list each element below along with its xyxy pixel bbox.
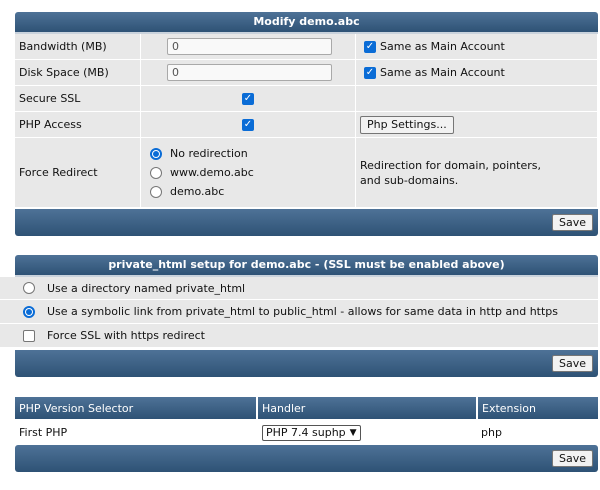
php-access-row: PHP Access ✓ Php Settings... — [15, 112, 598, 138]
modify-panel: Modify demo.abc Bandwidth (MB) ✓ Same as… — [15, 12, 598, 236]
force-ssl-checkbox[interactable] — [23, 329, 35, 342]
private-dir-radio[interactable] — [23, 282, 35, 294]
secure-ssl-checkbox[interactable]: ✓ — [242, 92, 254, 105]
disk-space-label: Disk Space (MB) — [15, 60, 141, 85]
extension-header: Extension — [478, 397, 598, 419]
secure-ssl-label: Secure SSL — [15, 86, 141, 111]
redirect-description: Redirection for domain, pointers, and su… — [356, 138, 598, 207]
bandwidth-row: Bandwidth (MB) ✓ Same as Main Account — [15, 34, 598, 60]
php-version-name: First PHP — [15, 421, 258, 444]
private-html-save-button[interactable]: Save — [551, 355, 593, 372]
modify-save-button[interactable]: Save — [551, 214, 593, 231]
redirect-description-line2: and sub-domains. — [360, 173, 459, 187]
private-html-panel: private_html setup for demo.abc - (SSL m… — [0, 255, 598, 377]
php-version-selector-header: PHP Version Selector — [15, 397, 258, 419]
redirect-option-none[interactable]: No redirection — [150, 147, 248, 160]
redirect-none-label: No redirection — [170, 147, 248, 160]
secure-ssl-empty-cell — [356, 86, 598, 111]
bandwidth-same-checkbox[interactable]: ✓ — [364, 40, 376, 53]
redirect-bare-radio[interactable] — [150, 185, 162, 198]
redirect-bare-label: demo.abc — [170, 185, 225, 198]
modify-panel-footer: Save — [15, 209, 598, 236]
handler-select[interactable]: PHP 7.4 suphp ▼ — [262, 424, 361, 441]
handler-cell: PHP 7.4 suphp ▼ — [258, 421, 478, 444]
force-redirect-label: Force Redirect — [15, 138, 141, 207]
redirect-options: No redirection www.demo.abc demo.abc — [141, 138, 356, 207]
modify-panel-title: Modify demo.abc — [253, 15, 360, 28]
private-dir-label: Use a directory named private_html — [47, 281, 246, 295]
redirect-none-radio[interactable] — [150, 147, 162, 160]
force-ssl-row[interactable]: Force SSL with https redirect — [0, 324, 598, 348]
bandwidth-same-cell: ✓ Same as Main Account — [356, 34, 598, 59]
php-settings-cell: Php Settings... — [356, 112, 598, 137]
disk-same-cell: ✓ Same as Main Account — [356, 60, 598, 85]
redirect-description-line1: Redirection for domain, pointers, — [360, 158, 542, 172]
secure-ssl-row: Secure SSL ✓ — [15, 86, 598, 112]
modify-panel-header: Modify demo.abc — [15, 12, 598, 34]
php-version-row: First PHP PHP 7.4 suphp ▼ php — [15, 421, 598, 445]
private-link-row[interactable]: Use a symbolic link from private_html to… — [0, 300, 598, 324]
php-version-footer: Save — [15, 445, 598, 472]
php-access-cell: ✓ — [141, 112, 356, 137]
private-html-footer: Save — [15, 350, 598, 377]
disk-space-input[interactable] — [167, 64, 332, 81]
php-access-checkbox[interactable]: ✓ — [242, 118, 254, 131]
php-settings-button[interactable]: Php Settings... — [360, 115, 454, 134]
private-link-radio[interactable] — [23, 305, 35, 318]
redirect-option-www[interactable]: www.demo.abc — [150, 166, 254, 179]
force-redirect-row: Force Redirect No redirection www.demo.a… — [15, 138, 598, 208]
private-html-header: private_html setup for demo.abc - (SSL m… — [15, 255, 598, 277]
disk-same-label: Same as Main Account — [380, 66, 505, 79]
redirect-www-radio[interactable] — [150, 166, 162, 179]
handler-header: Handler — [258, 397, 478, 419]
private-html-title: private_html setup for demo.abc - (SSL m… — [108, 258, 505, 271]
bandwidth-label: Bandwidth (MB) — [15, 34, 141, 59]
extension-value: php — [478, 421, 598, 444]
php-version-header-row: PHP Version Selector Handler Extension — [15, 397, 598, 419]
private-link-label: Use a symbolic link from private_html to… — [47, 305, 559, 318]
chevron-down-icon: ▼ — [349, 427, 357, 438]
redirect-www-label: www.demo.abc — [170, 166, 254, 179]
secure-ssl-cell: ✓ — [141, 86, 356, 111]
php-version-save-button[interactable]: Save — [551, 450, 593, 467]
php-access-label: PHP Access — [15, 112, 141, 137]
handler-select-value: PHP 7.4 suphp — [266, 426, 346, 439]
private-dir-row[interactable]: Use a directory named private_html — [0, 277, 598, 300]
redirect-option-bare[interactable]: demo.abc — [150, 185, 224, 198]
disk-space-row: Disk Space (MB) ✓ Same as Main Account — [15, 60, 598, 86]
force-ssl-label: Force SSL with https redirect — [47, 329, 205, 342]
bandwidth-input[interactable] — [167, 38, 332, 55]
disk-space-cell — [141, 60, 356, 85]
bandwidth-cell — [141, 34, 356, 59]
bandwidth-same-label: Same as Main Account — [380, 40, 505, 53]
disk-same-checkbox[interactable]: ✓ — [364, 66, 376, 79]
